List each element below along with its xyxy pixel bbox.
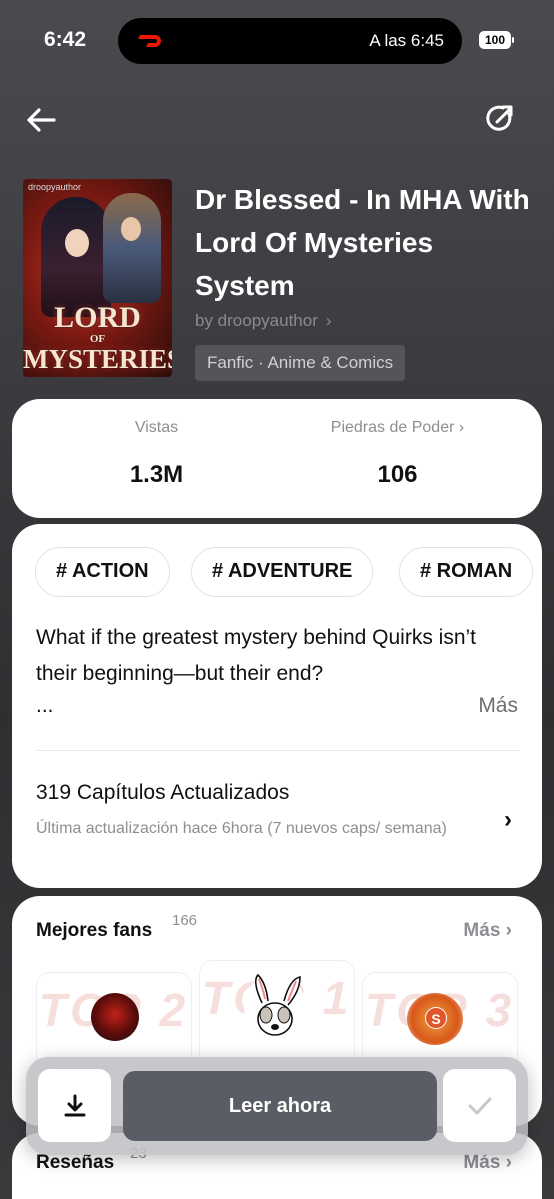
avatar: S <box>407 993 463 1045</box>
top-fans-title: Mejores fans <box>36 920 153 941</box>
genre-badge[interactable]: Fanfic · Anime & Comics <box>195 345 406 381</box>
reviews-more-text: Más <box>463 1152 501 1173</box>
synopsis-more-link[interactable]: Más <box>478 694 518 718</box>
cover-title-line1: LORD <box>54 301 141 334</box>
top-fans-more-link[interactable]: Más › <box>463 920 512 942</box>
download-button[interactable] <box>38 1069 111 1142</box>
live-activity-text: A las 6:45 <box>369 31 444 50</box>
cover-figure-right <box>103 193 161 303</box>
power-stones-label: Piedras de Poder › <box>265 419 530 437</box>
checkmark-icon <box>468 1097 492 1115</box>
chapters-title[interactable]: 319 Capítulos Actualizados <box>36 781 289 805</box>
cover-face-right <box>121 217 141 241</box>
add-to-library-button[interactable] <box>443 1069 516 1142</box>
avatar-letter: S <box>425 1007 447 1029</box>
dynamic-island: A las 6:45 <box>118 18 462 64</box>
power-stones-stat[interactable]: Piedras de Poder › 106 <box>265 399 530 518</box>
doordash-logo-icon <box>138 35 161 47</box>
status-time: 6:42 <box>44 28 87 51</box>
bunny-avatar-icon <box>254 973 301 1036</box>
synopsis-text: What if the greatest mystery behind Quir… <box>36 626 477 685</box>
cover-author: droopyauthor <box>28 182 82 192</box>
chapters-update-info: Última actualización hace 6hora (7 nuevo… <box>36 820 447 837</box>
chevron-right-icon: › <box>505 920 512 941</box>
download-icon <box>64 1094 86 1117</box>
book-cover[interactable]: droopyauthor LORD OF MYSTERIES <box>23 179 172 377</box>
synopsis-ellipsis: ... <box>36 694 54 717</box>
power-stones-label-text: Piedras de Poder <box>330 419 455 436</box>
cover-face-left <box>65 229 89 257</box>
status-bar: 6:42 A las 6:45 100 <box>0 0 554 80</box>
read-now-button[interactable]: Leer ahora <box>123 1071 437 1141</box>
avatar <box>91 993 139 1041</box>
views-stat: Vistas 1.3M <box>24 399 289 518</box>
bottom-action-bar: Leer ahora <box>26 1057 528 1155</box>
top-fans-more-text: Más <box>463 920 501 941</box>
chevron-right-icon[interactable]: › <box>504 806 512 834</box>
info-card: # ACTION # ADVENTURE # ROMAN What if the… <box>12 524 542 888</box>
cover-title: LORD OF MYSTERIES <box>23 303 172 373</box>
cover-title-line3: MYSTERIES <box>23 344 172 374</box>
author-name: by droopyauthor <box>195 311 318 330</box>
views-label: Vistas <box>134 419 179 436</box>
tag-adventure[interactable]: # ADVENTURE <box>191 547 374 597</box>
reviews-title: Reseñas <box>36 1152 115 1173</box>
stats-card: Vistas 1.3M Piedras de Poder › 106 <box>12 399 542 518</box>
back-button[interactable] <box>24 102 60 138</box>
share-button[interactable] <box>482 101 518 137</box>
tag-romance[interactable]: # ROMAN <box>399 547 534 597</box>
cover-figure-left <box>41 197 111 317</box>
chevron-right-icon: › <box>325 311 332 330</box>
divider <box>36 750 519 751</box>
top-fans-count: 166 <box>172 912 198 929</box>
author-link[interactable]: by droopyauthor › <box>195 311 332 331</box>
share-icon <box>486 105 513 131</box>
avatar <box>244 973 306 1043</box>
chevron-right-icon: › <box>458 419 465 436</box>
battery-icon: 100 <box>479 31 514 49</box>
chevron-right-icon: › <box>505 1152 512 1173</box>
book-title: Dr Blessed - In MHA With Lord Of Mysteri… <box>195 184 530 301</box>
arrow-left-icon <box>27 108 56 132</box>
views-value: 1.3M <box>129 461 184 488</box>
tag-action[interactable]: # ACTION <box>35 547 170 597</box>
power-stones-value: 106 <box>377 461 418 488</box>
reviews-more-link[interactable]: Más › <box>463 1152 512 1174</box>
